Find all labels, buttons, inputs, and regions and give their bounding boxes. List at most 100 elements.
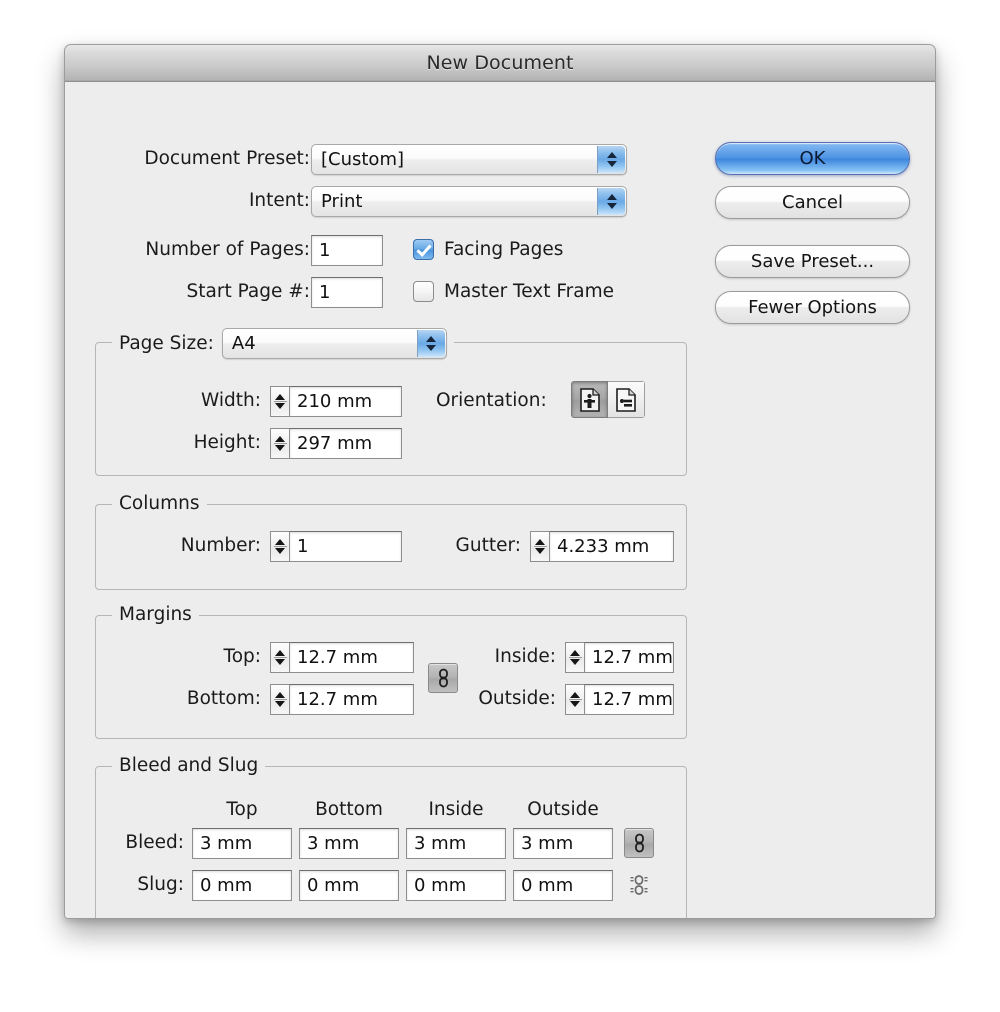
- start-page-value: 1: [319, 282, 331, 303]
- intent-chevron-icon[interactable]: [597, 188, 625, 215]
- slug-bottom-input[interactable]: 0 mm: [299, 870, 399, 901]
- stepper-down-icon[interactable]: [275, 659, 285, 665]
- stepper-up-icon[interactable]: [275, 394, 285, 400]
- margin-top-input[interactable]: 12.7 mm: [289, 642, 414, 673]
- stepper-separator: [273, 657, 287, 658]
- page-size-preset-value: A4: [231, 332, 256, 354]
- columns-number-input[interactable]: 1: [289, 531, 402, 562]
- margin-inside-input[interactable]: 12.7 mm: [584, 642, 674, 673]
- height-stepper[interactable]: [270, 428, 289, 459]
- margin-inside-label: Inside:: [494, 646, 556, 667]
- height-value: 297 mm: [297, 433, 373, 454]
- stepper-up-icon[interactable]: [275, 539, 285, 545]
- width-stepper[interactable]: [270, 386, 289, 417]
- bleed-link-button[interactable]: [624, 828, 654, 858]
- stepper-separator: [273, 699, 287, 700]
- stepper-up-icon[interactable]: [275, 650, 285, 656]
- gutter-input[interactable]: 4.233 mm: [549, 531, 674, 562]
- margin-bottom-stepper[interactable]: [270, 684, 289, 715]
- stepper-separator: [568, 657, 582, 658]
- bleed-slug-header-top: Top: [226, 799, 258, 820]
- cancel-button[interactable]: Cancel: [715, 186, 910, 219]
- facing-pages-label: Facing Pages: [444, 239, 564, 260]
- bleed-bottom-value: 3 mm: [307, 833, 360, 854]
- height-label: Height:: [193, 432, 261, 453]
- margin-bottom-value: 12.7 mm: [297, 689, 378, 710]
- stepper-up-icon[interactable]: [570, 692, 580, 698]
- document-preset-chevron-icon[interactable]: [597, 146, 625, 173]
- master-text-frame-checkbox-row[interactable]: Master Text Frame: [413, 281, 614, 302]
- bleed-inside-input[interactable]: 3 mm: [406, 828, 506, 859]
- bleed-top-input[interactable]: 3 mm: [192, 828, 292, 859]
- bleed-label: Bleed:: [125, 832, 184, 853]
- stepper-down-icon[interactable]: [275, 548, 285, 554]
- document-preset-select[interactable]: [Custom]: [311, 144, 627, 175]
- ok-button[interactable]: OK: [715, 142, 910, 175]
- stepper-separator: [568, 699, 582, 700]
- dialog-body: Document Preset: [Custom] Intent: Print …: [65, 82, 935, 918]
- stepper-up-icon[interactable]: [275, 692, 285, 698]
- margin-outside-input[interactable]: 12.7 mm: [584, 684, 674, 715]
- slug-top-input[interactable]: 0 mm: [192, 870, 292, 901]
- chain-link-icon: [438, 668, 448, 688]
- orientation-portrait-button[interactable]: [571, 381, 608, 418]
- margin-outside-stepper[interactable]: [565, 684, 584, 715]
- document-preset-label: Document Preset:: [144, 148, 310, 169]
- master-text-frame-label: Master Text Frame: [444, 281, 614, 302]
- stepper-down-icon[interactable]: [275, 403, 285, 409]
- slug-inside-value: 0 mm: [414, 875, 467, 896]
- chain-link-broken-icon: [630, 875, 648, 895]
- width-input[interactable]: 210 mm: [289, 386, 402, 417]
- slug-bottom-value: 0 mm: [307, 875, 360, 896]
- height-input[interactable]: 297 mm: [289, 428, 402, 459]
- margin-top-stepper[interactable]: [270, 642, 289, 673]
- portrait-page-icon: [579, 387, 600, 412]
- stepper-down-icon[interactable]: [535, 548, 545, 554]
- slug-inside-input[interactable]: 0 mm: [406, 870, 506, 901]
- columns-number-stepper[interactable]: [270, 531, 289, 562]
- master-text-frame-checkbox[interactable]: [413, 281, 434, 302]
- slug-label: Slug:: [137, 874, 184, 895]
- bleed-and-slug-group-label: Bleed and Slug: [112, 755, 266, 776]
- margin-bottom-input[interactable]: 12.7 mm: [289, 684, 414, 715]
- slug-outside-input[interactable]: 0 mm: [513, 870, 613, 901]
- number-of-pages-input[interactable]: 1: [311, 235, 383, 266]
- columns-number-label: Number:: [180, 535, 261, 556]
- start-page-input[interactable]: 1: [311, 277, 383, 308]
- triangle-up-icon: [606, 152, 617, 158]
- bleed-bottom-input[interactable]: 3 mm: [299, 828, 399, 859]
- facing-pages-checkbox-row[interactable]: Facing Pages: [413, 239, 563, 260]
- stepper-separator: [273, 546, 287, 547]
- page-size-group: Page Size: A4 Width: 210 mm Height: 297 …: [95, 327, 687, 476]
- stepper-down-icon[interactable]: [570, 659, 580, 665]
- intent-label: Intent:: [248, 190, 310, 211]
- stepper-down-icon[interactable]: [275, 445, 285, 451]
- start-page-label: Start Page #:: [186, 281, 310, 302]
- margin-outside-value: 12.7 mm: [592, 689, 673, 710]
- stepper-up-icon[interactable]: [535, 539, 545, 545]
- bleed-outside-input[interactable]: 3 mm: [513, 828, 613, 859]
- stepper-up-icon[interactable]: [570, 650, 580, 656]
- triangle-up-icon: [606, 194, 617, 200]
- stepper-down-icon[interactable]: [275, 701, 285, 707]
- bleed-inside-value: 3 mm: [414, 833, 467, 854]
- stepper-up-icon[interactable]: [275, 436, 285, 442]
- width-label: Width:: [201, 390, 261, 411]
- orientation-landscape-button[interactable]: [608, 381, 645, 418]
- orientation-segmented-control[interactable]: [571, 381, 645, 418]
- intent-select[interactable]: Print: [311, 186, 627, 217]
- dialog-titlebar[interactable]: New Document: [65, 45, 935, 82]
- gutter-stepper[interactable]: [530, 531, 549, 562]
- stepper-down-icon[interactable]: [570, 701, 580, 707]
- page-size-chevron-icon[interactable]: [416, 329, 445, 357]
- landscape-page-icon: [616, 387, 636, 412]
- margin-inside-stepper[interactable]: [565, 642, 584, 673]
- slug-link-button[interactable]: [624, 870, 654, 900]
- fewer-options-button[interactable]: Fewer Options: [715, 291, 910, 324]
- page-size-preset-select[interactable]: A4: [221, 327, 447, 359]
- columns-number-value: 1: [297, 536, 309, 557]
- bleed-slug-header-outside: Outside: [527, 799, 599, 820]
- margins-group: Margins Top: 12.7 mm Bottom: 12.7 mm Ins…: [95, 604, 687, 739]
- facing-pages-checkbox[interactable]: [413, 239, 434, 260]
- save-preset-button[interactable]: Save Preset...: [715, 245, 910, 278]
